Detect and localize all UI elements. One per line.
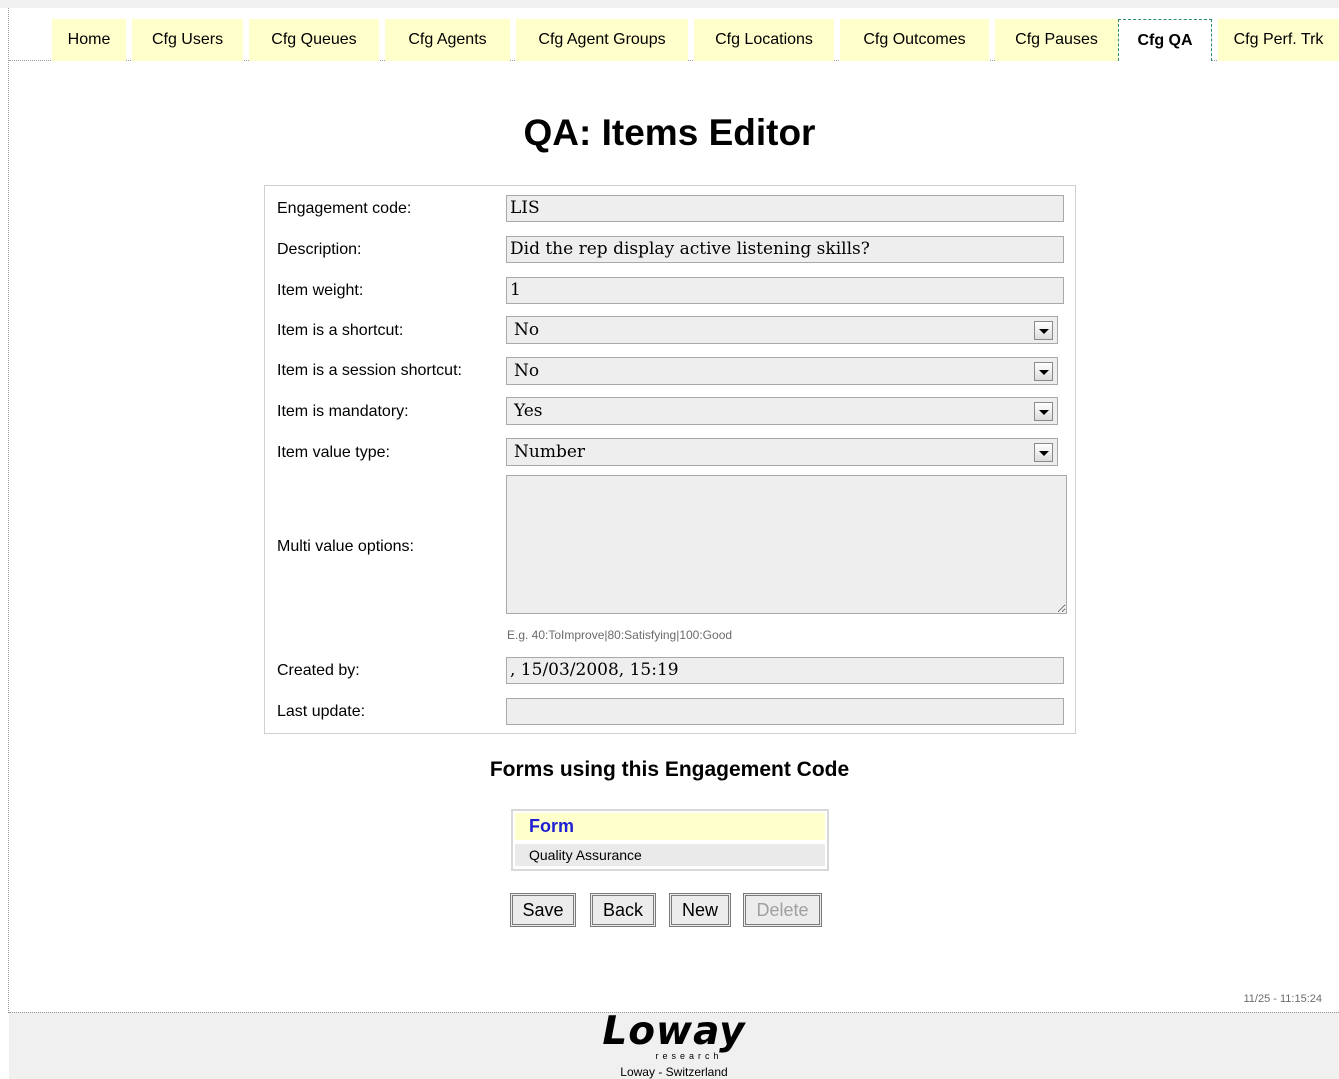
page-left-border bbox=[8, 8, 9, 1013]
timestamp: 11/25 - 11:15:24 bbox=[1243, 993, 1323, 1005]
tab-home[interactable]: Home bbox=[52, 19, 126, 61]
chevron-down-icon[interactable] bbox=[1034, 362, 1053, 381]
is-shortcut-select[interactable]: No bbox=[506, 316, 1058, 344]
tab-cfg-users[interactable]: Cfg Users bbox=[132, 19, 243, 61]
chevron-down-icon[interactable] bbox=[1034, 443, 1053, 462]
tab-cfg-perf-trk[interactable]: Cfg Perf. Trk bbox=[1218, 19, 1339, 61]
value-type-select[interactable]: Number bbox=[506, 438, 1058, 466]
item-weight-field[interactable]: 1 bbox=[506, 277, 1064, 304]
is-session-shortcut-label: Item is a session shortcut: bbox=[277, 362, 462, 379]
tab-cfg-locations[interactable]: Cfg Locations bbox=[694, 19, 834, 61]
is-mandatory-label: Item is mandatory: bbox=[277, 403, 409, 420]
chevron-down-icon[interactable] bbox=[1034, 402, 1053, 421]
forms-column-header: Form bbox=[515, 813, 825, 840]
value-type-label: Item value type: bbox=[277, 444, 390, 461]
tab-bar: Home Cfg Users Cfg Queues Cfg Agents Cfg… bbox=[9, 19, 1339, 61]
is-mandatory-select[interactable]: Yes bbox=[506, 397, 1058, 425]
last-update-label: Last update: bbox=[277, 703, 366, 720]
tab-cfg-agents[interactable]: Cfg Agents bbox=[385, 19, 510, 61]
engagement-code-field[interactable]: LIS bbox=[506, 195, 1064, 222]
footer-text: Loway - Switzerland bbox=[620, 1065, 728, 1079]
tab-cfg-outcomes[interactable]: Cfg Outcomes bbox=[840, 19, 989, 61]
new-button[interactable]: New bbox=[669, 893, 731, 927]
footer: Loway research Loway - Switzerland bbox=[9, 1012, 1339, 1079]
window-top-bar bbox=[0, 0, 1339, 8]
is-shortcut-label: Item is a shortcut: bbox=[277, 322, 404, 339]
forms-section-title: Forms using this Engagement Code bbox=[489, 758, 850, 781]
item-weight-label: Item weight: bbox=[277, 282, 364, 299]
last-update-field bbox=[506, 698, 1064, 725]
is-mandatory-value: Yes bbox=[514, 401, 543, 421]
created-by-label: Created by: bbox=[277, 662, 360, 679]
engagement-code-label: Engagement code: bbox=[277, 200, 412, 217]
logo-word: Loway bbox=[602, 1009, 746, 1054]
delete-button: Delete bbox=[743, 893, 822, 927]
back-button[interactable]: Back bbox=[590, 893, 656, 927]
multi-value-options-label: Multi value options: bbox=[277, 538, 414, 555]
tab-cfg-queues[interactable]: Cfg Queues bbox=[249, 19, 379, 61]
created-by-field: , 15/03/2008, 15:19 bbox=[506, 657, 1064, 684]
is-shortcut-value: No bbox=[514, 320, 540, 340]
tab-cfg-agent-groups[interactable]: Cfg Agent Groups bbox=[516, 19, 688, 61]
is-session-shortcut-select[interactable]: No bbox=[506, 357, 1058, 385]
page-title: QA: Items Editor bbox=[523, 112, 816, 153]
multi-value-options-textarea[interactable] bbox=[506, 475, 1067, 614]
table-row[interactable]: Quality Assurance bbox=[515, 844, 825, 866]
chevron-down-icon[interactable] bbox=[1034, 321, 1053, 340]
value-type-value: Number bbox=[514, 442, 586, 462]
description-field[interactable]: Did the rep display active listening ski… bbox=[506, 236, 1064, 263]
is-session-shortcut-value: No bbox=[514, 361, 540, 381]
tab-cfg-pauses[interactable]: Cfg Pauses bbox=[995, 19, 1118, 61]
tab-cfg-qa[interactable]: Cfg QA bbox=[1118, 19, 1212, 61]
forms-table: Form Quality Assurance bbox=[511, 809, 829, 871]
multi-value-options-hint: E.g. 40:ToImprove|80:Satisfying|100:Good bbox=[507, 628, 733, 642]
logo-subtitle: research bbox=[655, 1051, 723, 1061]
loway-logo: Loway research bbox=[9, 1009, 1339, 1061]
save-button[interactable]: Save bbox=[510, 893, 576, 927]
description-label: Description: bbox=[277, 241, 362, 258]
